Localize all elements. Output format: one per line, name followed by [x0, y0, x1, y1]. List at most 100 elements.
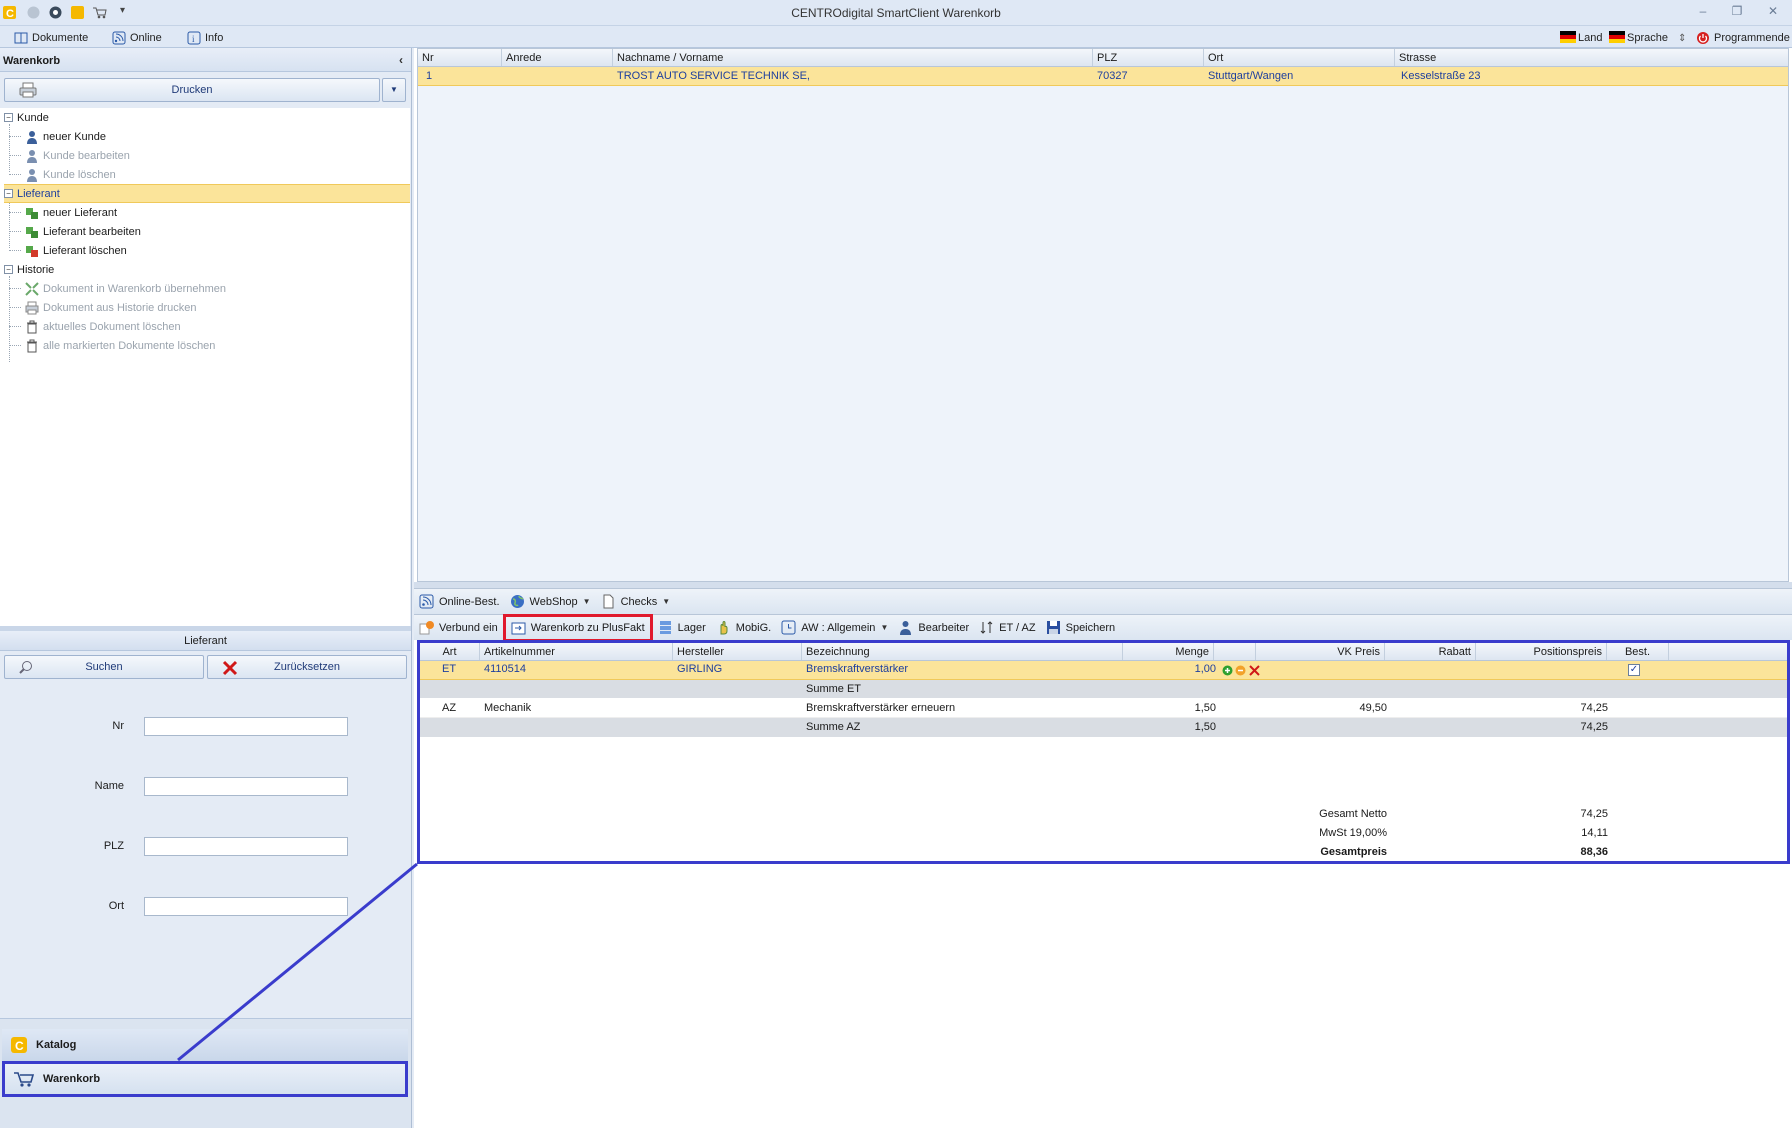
online-best-button[interactable]: Online-Best.: [414, 591, 505, 613]
cart-quick-icon[interactable]: [92, 5, 107, 20]
collapse-icon[interactable]: −: [4, 189, 13, 198]
total-gesamt-label: Gesamtpreis: [1320, 846, 1387, 858]
menu-info-label: Info: [205, 32, 224, 44]
total-gesamt-value: 88,36: [1580, 846, 1608, 858]
search-button[interactable]: Suchen: [4, 655, 204, 679]
mobig-button[interactable]: MobiG.: [711, 617, 776, 639]
bearbeiter-button[interactable]: Bearbeiter: [893, 617, 974, 639]
verbund-button[interactable]: Verbund ein: [414, 617, 503, 639]
quick-access-dropdown-icon[interactable]: ▾: [120, 5, 135, 20]
nav-warenkorb[interactable]: Warenkorb: [2, 1061, 408, 1097]
nr-input[interactable]: [144, 717, 348, 736]
col-anrede[interactable]: Anrede: [502, 49, 613, 66]
table-row[interactable]: AZ Mechanik Bremskraftverstärker erneuer…: [420, 699, 1787, 718]
print-quick-icon[interactable]: [26, 5, 41, 20]
plz-input[interactable]: [144, 837, 348, 856]
tree-item-lieferant-loeschen[interactable]: Lieferant löschen: [9, 241, 127, 260]
tree-item-dokument-loeschen[interactable]: aktuelles Dokument löschen: [9, 317, 181, 336]
menu-info[interactable]: i Info: [187, 30, 223, 46]
col-bezeichnung[interactable]: Bezeichnung: [802, 643, 1123, 660]
table-row[interactable]: Summe ET: [420, 680, 1787, 699]
tree-group-lieferant[interactable]: − Lieferant: [4, 184, 410, 203]
collapse-icon[interactable]: −: [4, 265, 13, 274]
print-button[interactable]: Drucken: [4, 78, 380, 102]
restore-button[interactable]: ❐: [1726, 4, 1748, 20]
name-input[interactable]: [144, 777, 348, 796]
chevron-down-icon: ▼: [582, 597, 591, 606]
cell-name: TROST AUTO SERVICE TECHNIK SE,: [617, 70, 810, 82]
plz-label: PLZ: [103, 840, 124, 852]
delete-row-icon[interactable]: [1249, 665, 1260, 676]
tree-item-markierte-loeschen[interactable]: alle markierten Dokumente löschen: [9, 336, 215, 355]
cell-hersteller: GIRLING: [677, 663, 723, 675]
dokumente-icon: [14, 31, 28, 45]
toolbar-cart: Verbund ein Warenkorb zu PlusFakt Lager …: [414, 614, 1792, 642]
speichern-button[interactable]: Speichern: [1041, 617, 1121, 639]
supplier-icon: [25, 206, 39, 220]
menu-dokumente[interactable]: Dokumente: [14, 30, 88, 46]
et-az-button[interactable]: ET / AZ: [974, 617, 1040, 639]
webshop-dropdown[interactable]: WebShop ▼: [505, 591, 596, 613]
table-row[interactable]: ET 4110514 GIRLING Bremskraftverstärker …: [420, 661, 1787, 680]
svg-text:C: C: [15, 1039, 24, 1053]
close-button[interactable]: ✕: [1762, 4, 1784, 20]
menu-land[interactable]: Land: [1560, 30, 1602, 46]
menu-online[interactable]: Online: [112, 30, 162, 46]
menu-sprache[interactable]: Sprache: [1609, 30, 1668, 46]
tree-item-kunde-bearbeiten[interactable]: Kunde bearbeiten: [9, 146, 130, 165]
col-menge[interactable]: Menge: [1123, 643, 1214, 660]
col-positionspreis[interactable]: Positionspreis: [1476, 643, 1607, 660]
checks-dropdown[interactable]: Checks ▼: [596, 591, 676, 613]
collapse-panel-icon[interactable]: ‹: [399, 53, 403, 67]
ort-input[interactable]: [144, 897, 348, 916]
best-checkbox[interactable]: ✓: [1628, 664, 1640, 676]
warenkorb-zu-plusfakt-button[interactable]: Warenkorb zu PlusFakt: [502, 614, 653, 642]
reset-button[interactable]: Zurücksetzen: [207, 655, 407, 679]
left-panel: Warenkorb ‹ Drucken ▼ − Kunde neuer Kund…: [0, 48, 412, 1128]
nav-katalog[interactable]: C Katalog: [2, 1029, 408, 1061]
col-name[interactable]: Nachname / Vorname: [613, 49, 1093, 66]
col-art[interactable]: Art: [420, 643, 480, 660]
aw-dropdown[interactable]: AW : Allgemein ▼: [776, 617, 893, 639]
settings-quick-icon[interactable]: [48, 5, 63, 20]
search-panel-header: Lieferant: [0, 631, 411, 651]
speichern-label: Speichern: [1065, 621, 1116, 634]
col-rabatt[interactable]: Rabatt: [1385, 643, 1476, 660]
tree-item-lieferant-bearbeiten[interactable]: Lieferant bearbeiten: [9, 222, 141, 241]
tree-item-historie-drucken[interactable]: Dokument aus Historie drucken: [9, 298, 196, 317]
col-artikelnummer[interactable]: Artikelnummer: [480, 643, 673, 660]
ribbon-toggle-icon[interactable]: ⇕: [1678, 30, 1686, 46]
collapse-icon[interactable]: −: [4, 113, 13, 122]
increase-quantity-icon[interactable]: [1222, 665, 1233, 676]
menu-dokumente-label: Dokumente: [32, 32, 89, 44]
centro-logo-icon[interactable]: C: [2, 5, 17, 20]
col-vk-preis[interactable]: VK Preis: [1256, 643, 1385, 660]
col-strasse[interactable]: Strasse: [1395, 49, 1788, 66]
warehouse-icon: [658, 620, 673, 635]
chevron-down-icon: ▼: [662, 597, 671, 606]
col-plz[interactable]: PLZ: [1093, 49, 1204, 66]
cell-art: AZ: [442, 702, 457, 714]
tree-item-neuer-kunde[interactable]: neuer Kunde: [9, 127, 106, 146]
col-best[interactable]: Best.: [1607, 643, 1669, 660]
bottom-navigation: C Katalog Warenkorb: [0, 1018, 411, 1128]
tree-item-dokument-uebernehmen[interactable]: Dokument in Warenkorb übernehmen: [9, 279, 226, 298]
decrease-quantity-icon[interactable]: [1235, 665, 1246, 676]
printer-icon: [19, 82, 37, 98]
tree-group-historie[interactable]: − Historie: [4, 260, 410, 279]
katalog-quick-icon[interactable]: [70, 5, 85, 20]
col-ort[interactable]: Ort: [1204, 49, 1395, 66]
tree-group-kunde[interactable]: − Kunde: [4, 108, 410, 127]
menu-programmende-label: Programmende: [1714, 32, 1790, 44]
tree-item-kunde-loeschen[interactable]: Kunde löschen: [9, 165, 116, 184]
col-nr[interactable]: Nr: [418, 49, 502, 66]
tree-item-neuer-lieferant[interactable]: neuer Lieferant: [9, 203, 117, 222]
print-dropdown-button[interactable]: ▼: [382, 78, 406, 102]
lager-button[interactable]: Lager: [653, 617, 711, 639]
table-row[interactable]: 1 TROST AUTO SERVICE TECHNIK SE, 70327 S…: [418, 67, 1788, 86]
col-hersteller[interactable]: Hersteller: [673, 643, 802, 660]
minimize-button[interactable]: –: [1692, 4, 1714, 20]
table-row[interactable]: Summe AZ 1,50 74,25: [420, 718, 1787, 737]
cell-menge: 1,50: [1194, 721, 1216, 733]
menu-programmende[interactable]: Programmende: [1696, 30, 1790, 46]
